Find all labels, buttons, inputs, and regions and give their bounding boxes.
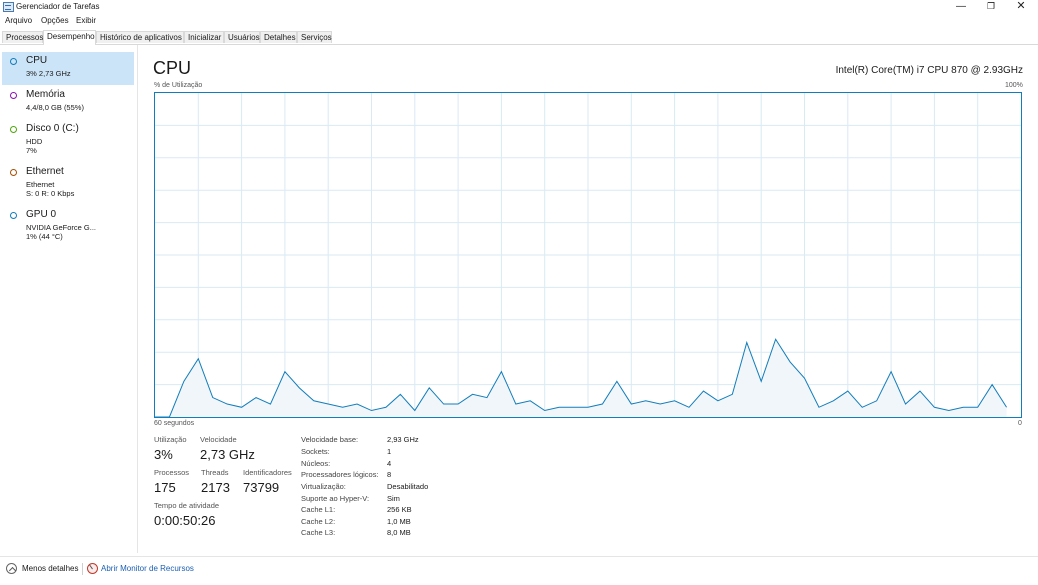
cpu-usage-graph [154,92,1022,418]
minimize-button[interactable]: — [948,0,974,14]
spec-value: 8 [387,470,392,479]
tab-processos[interactable]: Processos [2,31,43,43]
spec-key: Velocidade base: [301,435,359,444]
sidebar-item-title: Ethernet [26,166,64,177]
resource-monitor-icon[interactable] [87,563,98,574]
sidebar-item-title: Memória [26,89,65,100]
graph-x-label: 60 segundos [154,420,195,427]
spec-value: Desabilitado [387,482,429,491]
processes-label: Processos [154,468,190,477]
utilization-label: Utilização [154,435,187,444]
close-button[interactable]: ✕ [1008,0,1034,14]
sidebar-item-disco[interactable]: Disco 0 (C:) HDD 7% [2,120,134,160]
title-bar: Gerenciador de Tarefas — ❐ ✕ [0,0,1038,14]
spec-value: 2,93 GHz [387,435,419,444]
sidebar-item-detail: Ethernet [26,180,55,189]
sidebar-item-cpu[interactable]: CPU 3% 2,73 GHz [2,52,134,85]
graph-x-min-label: 0 [1018,420,1022,427]
tab-bar: Processos Desempenho Histórico de aplica… [0,30,1038,45]
tab-servicos[interactable]: Serviços [297,31,332,43]
sidebar-item-title: CPU [26,55,48,66]
ethernet-indicator-icon [10,169,17,176]
spec-key: Sockets: [301,447,330,456]
tab-detalhes[interactable]: Detalhes [260,31,297,43]
spec-value: 8,0 MB [387,528,411,537]
page-title: CPU [153,58,192,78]
menu-opcoes[interactable]: Opções [41,16,69,25]
fewer-details-button[interactable]: Menos detalhes [22,564,78,573]
spec-key: Cache L3: [301,528,336,537]
open-resource-monitor-link[interactable]: Abrir Monitor de Recursos [101,564,194,573]
cpu-usage-area [155,339,1007,417]
sidebar-item-detail: 7% [26,146,37,155]
spec-key: Processadores lógicos: [301,470,379,479]
window-title: Gerenciador de Tarefas [16,2,100,11]
spec-key: Suporte ao Hyper-V: [301,494,370,503]
menu-arquivo[interactable]: Arquivo [5,16,32,25]
spec-key: Cache L1: [301,505,336,514]
sidebar-item-title: GPU 0 [26,209,57,220]
utilization-value: 3% [154,447,173,462]
spec-value: 1 [387,447,392,456]
sidebar-item-detail: HDD [26,137,43,146]
sidebar-item-detail: NVIDIA GeForce G... [26,223,97,232]
task-manager-icon [3,2,14,12]
threads-label: Threads [201,468,229,477]
sidebar-item-title: Disco 0 (C:) [26,123,79,134]
chevron-up-icon[interactable] [6,563,17,574]
graph-y-label: % de Utilização [154,82,203,89]
spec-key: Virtualização: [301,482,346,491]
uptime-value: 0:00:50:26 [154,513,216,528]
spec-value: 1,0 MB [387,517,411,526]
sidebar-item-detail: 4,4/8,0 GB (55%) [26,103,84,112]
sidebar-item-detail: S: 0 R: 0 Kbps [26,189,75,198]
handles-label: Identificadores [243,468,292,477]
tab-inicializar[interactable]: Inicializar [184,31,224,43]
spec-value: 4 [387,459,392,468]
sidebar-item-memoria[interactable]: Memória 4,4/8,0 GB (55%) [2,86,134,119]
sidebar-item-gpu[interactable]: GPU 0 NVIDIA GeForce G... 1% (44 °C) [2,206,134,246]
speed-label: Velocidade [200,435,237,444]
memory-indicator-icon [10,92,17,99]
spec-value: Sim [387,494,400,503]
tab-historico[interactable]: Histórico de aplicativos [96,31,184,43]
speed-value: 2,73 GHz [200,447,255,462]
sidebar: CPU 3% 2,73 GHz Memória 4,4/8,0 GB (55%)… [0,45,138,553]
cpu-indicator-icon [10,58,17,65]
gpu-indicator-icon [10,212,17,219]
sidebar-item-detail: 1% (44 °C) [26,232,63,241]
threads-value: 2173 [201,480,230,495]
cpu-model-name: Intel(R) Core(TM) i7 CPU 870 @ 2.93GHz [835,65,1023,76]
sidebar-item-detail: 3% 2,73 GHz [26,69,71,78]
sidebar-item-ethernet[interactable]: Ethernet Ethernet S: 0 R: 0 Kbps [2,163,134,203]
uptime-label: Tempo de atividade [154,501,220,510]
spec-key: Cache L2: [301,517,336,526]
footer-bar: Menos detalhes Abrir Monitor de Recursos [0,556,1038,585]
processes-value: 175 [154,480,176,495]
cpu-usage-chart [155,93,1021,417]
spec-key: Núcleos: [301,459,331,468]
tab-usuarios[interactable]: Usuários [224,31,260,43]
divider [82,563,83,575]
menu-exibir[interactable]: Exibir [76,16,96,25]
handles-value: 73799 [243,480,280,495]
disk-indicator-icon [10,126,17,133]
restore-button[interactable]: ❐ [978,0,1004,14]
spec-value: 256 KB [387,505,412,514]
graph-y-max-label: 100% [1005,82,1023,89]
tab-desempenho[interactable]: Desempenho [43,30,96,45]
